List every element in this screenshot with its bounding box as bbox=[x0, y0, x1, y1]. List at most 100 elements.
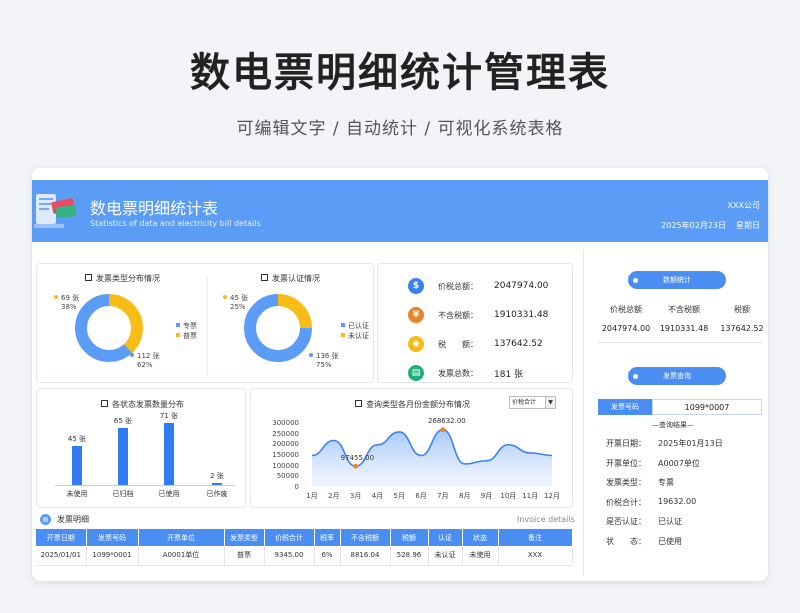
status-bar bbox=[72, 445, 82, 485]
summary-value: 137642.52 bbox=[720, 324, 764, 333]
table-header[interactable]: 认证 bbox=[428, 529, 463, 546]
list-icon: ▤ bbox=[40, 514, 51, 525]
stat-icon: ▤ bbox=[408, 365, 424, 381]
cert-legend: 已认证 未认证 bbox=[341, 321, 369, 341]
company-name: XXX公司 bbox=[727, 201, 760, 210]
status-bar-label: 45 张 bbox=[67, 434, 87, 443]
totals-panel: $ 价税总额： 2047974.00 ¥ 不含税额： 1910331.48 ◆ 税 额： 137… bbox=[377, 263, 573, 383]
x-tick: 10月 bbox=[500, 492, 517, 500]
query-type-select[interactable]: 价税合计 ▼ bbox=[509, 396, 556, 409]
annotation-label: 268632.00 bbox=[427, 416, 466, 425]
dashboard-card: 数电票明细统计表 Statistics of data and electric… bbox=[32, 168, 768, 581]
chevron-down-icon[interactable]: ▼ bbox=[545, 397, 555, 408]
stat-value: 181 张 bbox=[494, 369, 524, 380]
table-header[interactable]: 税率 bbox=[314, 529, 341, 546]
annotation-point bbox=[440, 427, 446, 433]
stat-label: 发票总数： bbox=[438, 368, 478, 378]
cert-label-verified: 136 张 75% bbox=[309, 352, 339, 370]
table-row[interactable]: 2025/01/01 1099*0001 A0001单位 普票 9345.00 6% 881… bbox=[36, 546, 573, 566]
query-field-value: 已使用 bbox=[658, 536, 682, 546]
table-header[interactable]: 不含税额 bbox=[340, 529, 391, 546]
query-field-key: 状 态： bbox=[606, 536, 646, 546]
status-bar-label: 65 张 bbox=[113, 417, 133, 426]
stat-row: ▤ 发票总数： 181 张 bbox=[408, 363, 523, 383]
query-field-key: 是否认证： bbox=[606, 517, 646, 526]
summary-value: 2047974.00 bbox=[601, 324, 651, 333]
query-pill[interactable]: 发票查询 bbox=[628, 367, 726, 385]
detail-table: 开票日期 发票号码 开票单位 发票类型 价税合计 税率 不含税额 税额 认证 状态 备注 2025/… bbox=[36, 529, 573, 566]
table-cell: 未使用 bbox=[462, 546, 499, 566]
table-header[interactable]: 开票日期 bbox=[36, 529, 87, 546]
header-weekday: 星期日 bbox=[736, 221, 760, 230]
y-tick: 250000 bbox=[272, 429, 299, 438]
x-tick: 4月 bbox=[371, 492, 384, 500]
table-header[interactable]: 状态 bbox=[462, 529, 499, 546]
status-bar-category: 未使用 bbox=[66, 490, 88, 498]
table-header[interactable]: 开票单位 bbox=[138, 529, 225, 546]
x-tick: 11月 bbox=[522, 492, 539, 500]
table-header[interactable]: 备注 bbox=[498, 529, 573, 546]
y-tick: 300000 bbox=[272, 419, 299, 427]
query-field-key: 开票单位： bbox=[606, 458, 646, 468]
status-bar-category: 已作废 bbox=[206, 490, 228, 498]
type-label-zhuan: 112 张 62% bbox=[130, 352, 160, 370]
status-chart-panel: 各状态发票数量分布 45 张未使用 65 张已归档 71 张已使用 2 张已作废 bbox=[36, 388, 246, 508]
stat-value: 1910331.48 bbox=[494, 310, 549, 320]
stat-icon: ¥ bbox=[408, 307, 424, 323]
table-cell: 8816.04 bbox=[340, 546, 391, 566]
hero-title: 数电票明细统计管理表 bbox=[190, 50, 610, 96]
annotation-point bbox=[353, 463, 359, 469]
x-tick: 1月 bbox=[306, 492, 318, 500]
table-cell: 6% bbox=[314, 546, 341, 566]
query-field-value: A0007单位 bbox=[658, 458, 700, 468]
donut-panels: 发票类型分布情况 发票认证情况 69 张 38% 112 张 62% 专票 普票 4… bbox=[36, 263, 374, 383]
detail-table-title-en: Invoice details bbox=[517, 515, 575, 524]
summary-header: 价税总额 bbox=[610, 305, 642, 314]
query-field-value: 2025年01月13日 bbox=[658, 439, 723, 448]
y-tick: 200000 bbox=[272, 440, 299, 449]
stat-row: ¥ 不含税额： 1910331.48 bbox=[408, 305, 548, 325]
summary-header: 税额 bbox=[734, 305, 750, 314]
x-tick: 6月 bbox=[415, 492, 427, 500]
invoice-number-input[interactable]: 1099*0007 bbox=[652, 399, 762, 415]
query-result-title: —查询结果— bbox=[652, 421, 694, 429]
table-header[interactable]: 税额 bbox=[390, 529, 429, 546]
monthly-chart-panel: 查询类型各月份金额分布情况 价税合计 ▼ 300000 250000 200000 15… bbox=[250, 388, 573, 508]
x-tick: 3月 bbox=[349, 492, 362, 500]
status-chart-title: 各状态发票数量分布 bbox=[101, 399, 184, 410]
query-label: 发票号码 bbox=[598, 399, 652, 415]
hero-subtitle: 可编辑文字 / 自动统计 / 可视化系统表格 bbox=[236, 119, 564, 139]
status-bar bbox=[164, 422, 174, 485]
stat-row: ◆ 税 额： 137642.52 bbox=[408, 334, 543, 354]
table-cell: A0001单位 bbox=[138, 546, 225, 566]
annotation-label: 97455.00 bbox=[340, 454, 375, 463]
stat-label: 价税总额： bbox=[438, 281, 478, 291]
x-tick: 8月 bbox=[458, 492, 471, 500]
stat-value: 2047974.00 bbox=[494, 281, 549, 291]
query-field-value: 19632.00 bbox=[658, 496, 697, 506]
header-subtitle: Statistics of data and electricity bill … bbox=[90, 219, 261, 228]
table-header[interactable]: 发票号码 bbox=[86, 529, 139, 546]
query-field-key: 开票日期： bbox=[606, 439, 646, 448]
table-cell: 528.96 bbox=[390, 546, 429, 566]
table-cell: 2025/01/01 bbox=[36, 546, 87, 566]
status-bar bbox=[118, 428, 128, 485]
x-tick: 5月 bbox=[393, 492, 405, 500]
query-field-value: 已认证 bbox=[658, 517, 682, 526]
table-cell: 9345.00 bbox=[264, 546, 315, 566]
header-banner: 数电票明细统计表 Statistics of data and electric… bbox=[32, 180, 768, 242]
summary-header: 不含税额 bbox=[668, 305, 700, 314]
y-tick: 150000 bbox=[272, 451, 299, 459]
table-header[interactable]: 价税合计 bbox=[264, 529, 315, 546]
stat-icon: ◆ bbox=[408, 336, 424, 352]
stat-label: 税 额： bbox=[438, 339, 478, 349]
header-date: 2025年02月23日 星期日 bbox=[661, 221, 760, 230]
y-tick: 0 bbox=[294, 483, 299, 491]
table-header[interactable]: 发票类型 bbox=[224, 529, 265, 546]
x-tick: 12月 bbox=[544, 492, 560, 500]
x-tick: 7月 bbox=[437, 492, 449, 500]
header-title: 数电票明细统计表 bbox=[90, 199, 219, 218]
stat-label: 不含税额： bbox=[438, 310, 478, 320]
stat-row: $ 价税总额： 2047974.00 bbox=[408, 276, 548, 296]
type-legend: 专票 普票 bbox=[176, 321, 197, 341]
